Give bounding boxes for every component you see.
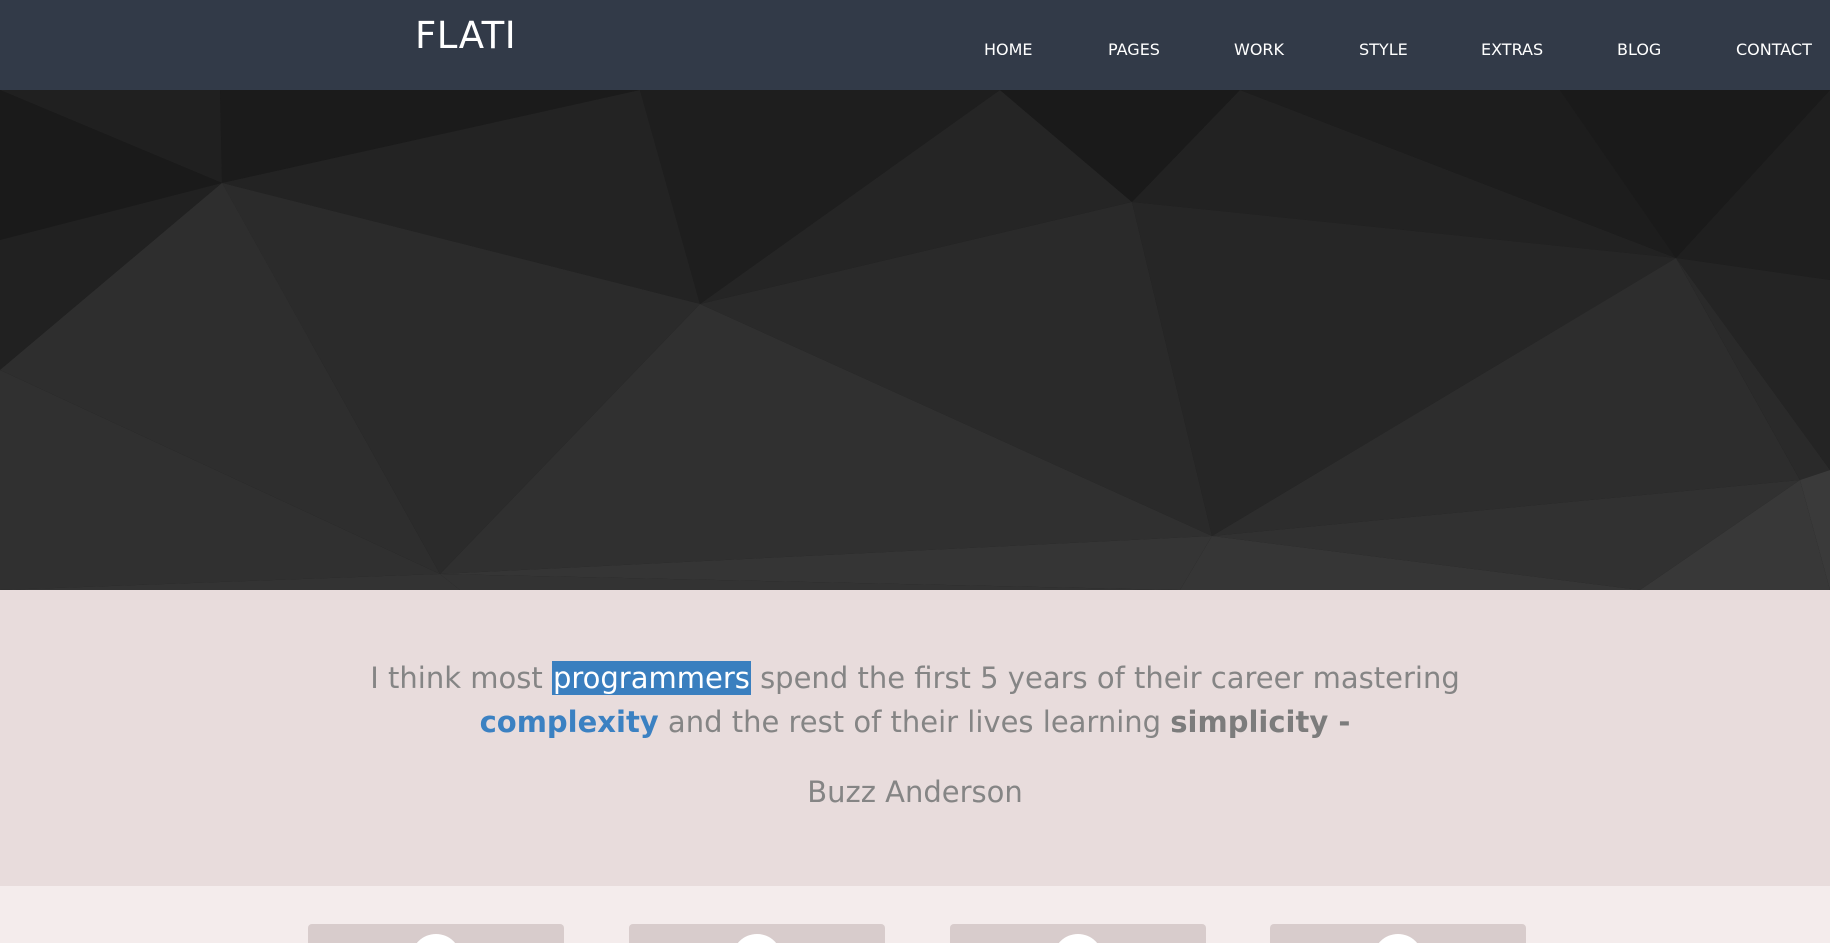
quote-highlighted-word: programmers xyxy=(551,661,751,695)
nav-item-home[interactable]: HOME xyxy=(984,40,1033,59)
quote-section: I think most programmers spend the first… xyxy=(0,590,1830,886)
hero-banner xyxy=(0,90,1830,590)
quote-part-1: I think most xyxy=(370,661,552,695)
quote-author: Buzz Anderson xyxy=(807,775,1023,809)
feature-card-2[interactable] xyxy=(629,924,885,943)
feature-card-4[interactable] xyxy=(1270,924,1526,943)
circle-icon xyxy=(732,934,782,943)
circle-icon xyxy=(1373,934,1423,943)
main-nav: HOME PAGES WORK STYLE EXTRAS BLOG CONTAC… xyxy=(0,40,1830,64)
low-poly-background xyxy=(0,90,1830,590)
nav-item-contact[interactable]: CONTACT xyxy=(1736,40,1812,59)
feature-card-1[interactable] xyxy=(308,924,564,943)
nav-item-pages[interactable]: PAGES xyxy=(1108,40,1160,59)
nav-item-extras[interactable]: EXTRAS xyxy=(1481,40,1543,59)
nav-item-style[interactable]: STYLE xyxy=(1359,40,1408,59)
quote-text: I think most programmers spend the first… xyxy=(0,656,1830,744)
nav-item-blog[interactable]: BLOG xyxy=(1617,40,1661,59)
quote-part-3: and the rest of their lives learning xyxy=(658,705,1171,739)
quote-part-2: spend the first 5 years of their career … xyxy=(750,661,1460,695)
feature-card-3[interactable] xyxy=(950,924,1206,943)
quote-strong-word: simplicity - xyxy=(1170,705,1351,739)
top-navbar: FLATI HOME PAGES WORK STYLE EXTRAS BLOG … xyxy=(0,0,1830,90)
circle-icon xyxy=(411,934,461,943)
feature-cards xyxy=(0,886,1830,943)
quote-accent-word: complexity xyxy=(479,705,659,739)
circle-icon xyxy=(1053,934,1103,943)
nav-item-work[interactable]: WORK xyxy=(1234,40,1284,59)
